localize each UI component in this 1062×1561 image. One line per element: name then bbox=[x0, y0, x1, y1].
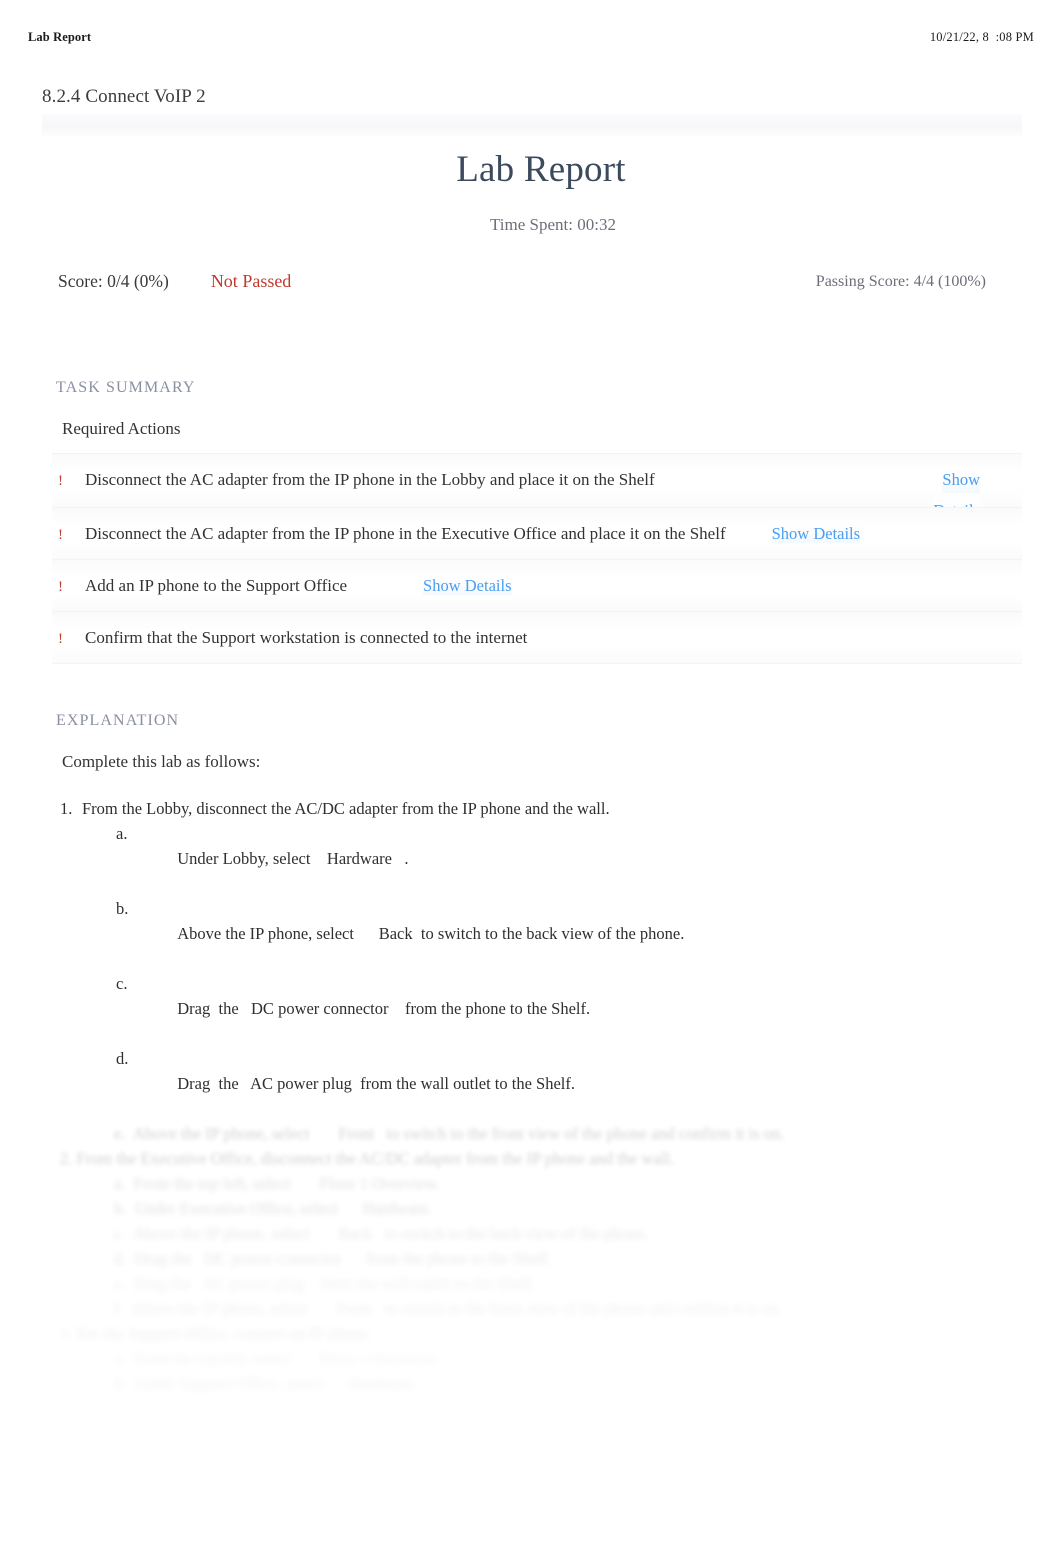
print-header-date: 10/21/22, 8 :08 PM bbox=[929, 29, 1034, 44]
substep-list: a. Under Lobby, select Hardware . b. Above… bbox=[116, 821, 1062, 1121]
substep-text: Drag the DC power connector from the pho… bbox=[177, 999, 591, 1018]
faded-line: e. Drag the AC power plug from the wall … bbox=[114, 1274, 536, 1293]
list-item: d. Drag the AC power plug from the wall o… bbox=[116, 1046, 1062, 1121]
show-details-link-2[interactable]: Show Details bbox=[771, 524, 861, 543]
time-spent: Time Spent: 00:32 bbox=[490, 215, 616, 234]
substep-text: Under Lobby, select Hardware . bbox=[177, 849, 409, 868]
show-details-link-1a[interactable]: Show bbox=[942, 466, 980, 493]
lab-title: 8.2.4 Connect VoIP 2 bbox=[42, 86, 206, 107]
step-text: From the Lobby, disconnect the AC/DC ada… bbox=[82, 799, 610, 818]
faded-explanation-tail: e. Above the IP phone, select Front to s… bbox=[60, 1121, 1062, 1396]
faded-line: f. Above the IP phone, select Front to s… bbox=[114, 1299, 783, 1318]
score-row: Score: 0/4 (0%) Not Passed Passing Score… bbox=[0, 271, 1062, 305]
table-row: ! Show Disconnect the AC adapter from the … bbox=[52, 453, 1022, 524]
faded-line: a. From the top left, select Floor 1 Ove… bbox=[114, 1349, 441, 1368]
task-text: Disconnect the AC adapter from the IP ph… bbox=[85, 524, 726, 543]
passing-score: Passing Score: 4/4 (100%) bbox=[815, 273, 986, 290]
faded-line: d. Drag the DC power connector from the … bbox=[114, 1249, 552, 1268]
faded-line: 2. From the Executive Office, disconnect… bbox=[60, 1149, 675, 1168]
list-item: b. Above the IP phone, select Back to swi… bbox=[116, 896, 1062, 971]
explanation-section-label: EXPLANATION bbox=[56, 712, 180, 729]
task-text: Confirm that the Support workstation is … bbox=[85, 628, 528, 647]
required-actions-list: ! Show Disconnect the AC adapter from the … bbox=[52, 453, 1022, 664]
title-divider-band bbox=[42, 114, 1022, 136]
status-badge: Not Passed bbox=[210, 271, 292, 291]
faded-line: a. From the top left, select Floor 1 Ove… bbox=[114, 1174, 441, 1193]
task-line: ! Confirm that the Support workstation is… bbox=[58, 624, 1016, 653]
explanation-steps: 1. From the Lobby, disconnect the AC/DC a… bbox=[60, 796, 1062, 1121]
task-line: ! Show Disconnect the AC adapter from the … bbox=[58, 466, 1016, 524]
required-actions-title: Required Actions bbox=[62, 419, 181, 438]
substep-text: Above the IP phone, select Back to switc… bbox=[177, 924, 685, 943]
alert-icon: ! bbox=[58, 631, 63, 647]
task-text: Add an IP phone to the Support Office bbox=[85, 576, 348, 595]
substep-letter: b. bbox=[116, 899, 129, 918]
list-item: 1. From the Lobby, disconnect the AC/DC a… bbox=[60, 796, 1062, 1121]
show-details-link-3[interactable]: Show Details bbox=[423, 576, 512, 595]
task-text: Disconnect the AC adapter from the IP ph… bbox=[85, 470, 655, 489]
list-item: a. Under Lobby, select Hardware . bbox=[116, 821, 1062, 896]
table-row: ! Add an IP phone to the Support Office Sh… bbox=[52, 559, 1022, 611]
list-item: c. Drag the DC power connector from the p… bbox=[116, 971, 1062, 1046]
alert-icon: ! bbox=[58, 473, 63, 489]
task-line: ! Add an IP phone to the Support Office Sh… bbox=[58, 572, 1016, 601]
step-number: 1. bbox=[60, 799, 73, 818]
faded-line: b. Under Executive Office, select Hardwa… bbox=[114, 1199, 432, 1218]
task-line: ! Disconnect the AC adapter from the IP p… bbox=[58, 520, 1016, 549]
faded-line: b. Under Support Office, select Hardware… bbox=[114, 1374, 418, 1393]
faded-line: c. Above the IP phone, select Back to sw… bbox=[114, 1224, 649, 1243]
faded-line: e. Above the IP phone, select Front to s… bbox=[114, 1124, 785, 1143]
alert-icon: ! bbox=[58, 527, 63, 543]
page-title: Lab Report bbox=[456, 149, 626, 190]
print-header: Lab Report 10/21/22, 8 :08 PM bbox=[0, 26, 1062, 48]
faded-line: 3. For the Support Office, connect an IP… bbox=[60, 1324, 373, 1343]
table-row: ! Confirm that the Support workstation is… bbox=[52, 611, 1022, 664]
alert-icon: ! bbox=[58, 579, 63, 595]
print-header-title: Lab Report bbox=[28, 29, 92, 44]
substep-letter: d. bbox=[116, 1049, 129, 1068]
substep-letter: c. bbox=[116, 974, 128, 993]
explanation-intro: Complete this lab as follows: bbox=[62, 752, 261, 771]
table-row: ! Disconnect the AC adapter from the IP p… bbox=[52, 507, 1022, 559]
report-page: 8.2.4 Connect VoIP 2 Lab Report Time Spe… bbox=[0, 78, 1062, 1396]
score-value: Score: 0/4 (0%) bbox=[58, 271, 169, 291]
substep-text: Drag the AC power plug from the wall out… bbox=[177, 1074, 576, 1093]
task-summary-section-label: TASK SUMMARY bbox=[56, 379, 196, 396]
substep-letter: a. bbox=[116, 824, 128, 843]
